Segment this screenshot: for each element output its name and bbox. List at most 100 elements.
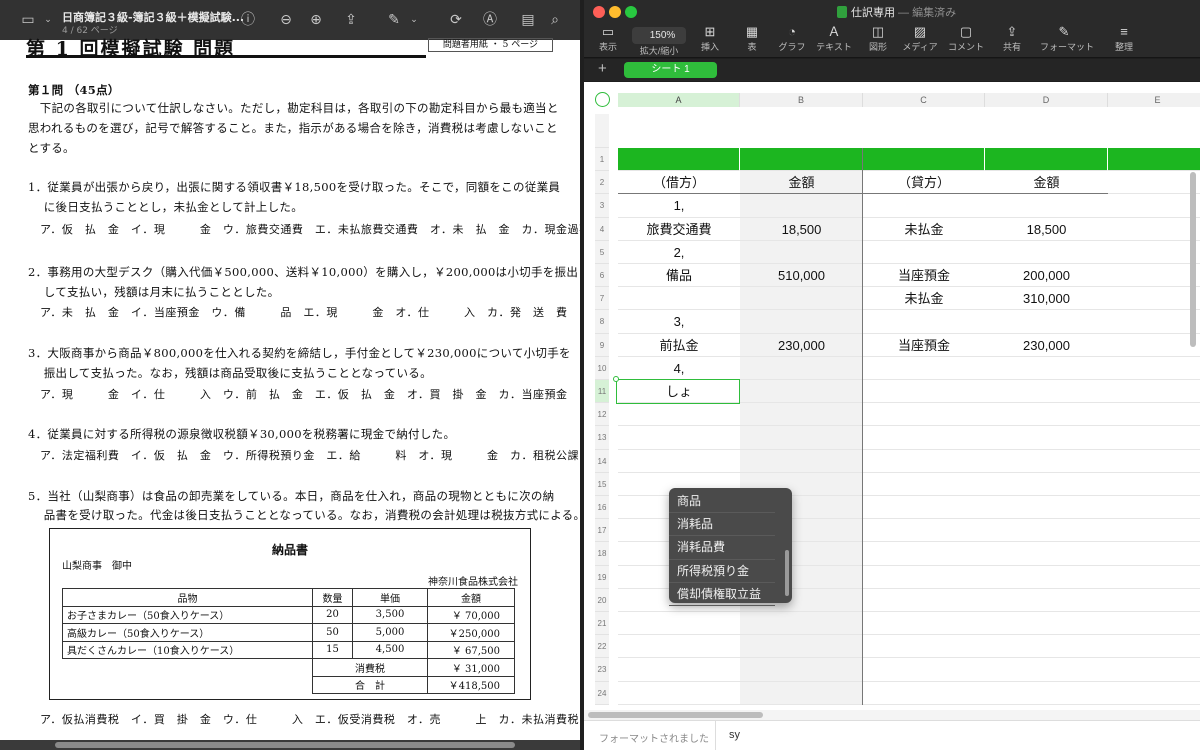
row-header-14[interactable]: 14 (595, 449, 609, 473)
cell-D20[interactable] (985, 589, 1108, 612)
cell-C17[interactable] (863, 519, 985, 543)
cell-B10[interactable] (740, 356, 863, 380)
cell-E8[interactable] (1108, 310, 1200, 334)
cell-C19[interactable] (863, 566, 985, 589)
cell-B4[interactable]: 18,500 (740, 217, 863, 241)
cell-C13[interactable] (863, 426, 985, 450)
cell-E18[interactable] (1108, 542, 1200, 566)
cell-C21[interactable] (863, 612, 985, 636)
cell-E15[interactable] (1108, 473, 1200, 496)
cell-B22[interactable] (740, 635, 863, 659)
autocomplete-item[interactable]: 商品 (669, 490, 775, 514)
cell-A8[interactable]: 3, (618, 310, 740, 334)
cell-C14[interactable] (863, 450, 985, 473)
cell-B13[interactable] (740, 426, 863, 450)
row-header-23[interactable]: 23 (595, 658, 609, 682)
toolbar-sidebar-button[interactable]: ▭ 表示 (584, 24, 632, 58)
cell-C24[interactable] (863, 682, 985, 705)
row-header-9[interactable]: 9 (595, 333, 609, 357)
cell-B3[interactable] (740, 194, 863, 218)
chevron-down-icon[interactable]: ⌄ (404, 10, 424, 30)
cell-C2[interactable]: （貸方） (863, 171, 985, 195)
row-header-24[interactable]: 24 (595, 681, 609, 705)
cell-E1[interactable] (1108, 148, 1200, 172)
chevron-down-icon[interactable]: ⌄ (38, 10, 58, 30)
cell-D24[interactable] (985, 682, 1108, 705)
cell-E13[interactable] (1108, 426, 1200, 450)
zoom-out-icon[interactable]: ⊖ (276, 10, 296, 30)
cell-D1[interactable] (985, 148, 1108, 172)
column-header-B[interactable]: B (740, 93, 863, 107)
row-header-21[interactable]: 21 (595, 612, 609, 636)
row-header-20[interactable]: 20 (595, 588, 609, 612)
row-header-22[interactable]: 22 (595, 635, 609, 659)
markup-pen-icon[interactable]: ✎ (384, 10, 404, 30)
row-header-3[interactable]: 3 (595, 194, 609, 218)
cell-A2[interactable]: （借方） (618, 171, 740, 195)
cell-E6[interactable] (1108, 264, 1200, 288)
cell-D8[interactable] (985, 310, 1108, 334)
sidebar-toggle-icon[interactable]: ▭ (18, 10, 38, 30)
cell-D14[interactable] (985, 450, 1108, 473)
cell-B9[interactable]: 230,000 (740, 333, 863, 357)
cell-D17[interactable] (985, 519, 1108, 543)
cell-A7[interactable] (618, 287, 740, 311)
cell-D5[interactable] (985, 241, 1108, 264)
cell-D19[interactable] (985, 566, 1108, 589)
cell-D15[interactable] (985, 473, 1108, 496)
sheet-tab[interactable]: シート 1 (624, 62, 717, 78)
cell-A24[interactable] (618, 682, 740, 705)
cell-E10[interactable] (1108, 357, 1200, 380)
rotate-icon[interactable]: ⟳ (446, 10, 466, 30)
row-header-18[interactable]: 18 (595, 542, 609, 566)
cell-D6[interactable]: 200,000 (985, 264, 1108, 288)
cell-A4[interactable]: 旅費交通費 (618, 218, 740, 241)
fullscreen-button[interactable] (625, 6, 637, 18)
cell-E2[interactable] (1108, 171, 1200, 195)
scroll-thumb[interactable] (588, 712, 763, 718)
cell-A12[interactable] (618, 403, 740, 427)
cell-E22[interactable] (1108, 635, 1200, 659)
share-icon[interactable]: ⇪ (341, 10, 361, 30)
cell-A1[interactable] (618, 148, 740, 172)
row-header-12[interactable]: 12 (595, 403, 609, 427)
cell-D23[interactable] (985, 658, 1108, 682)
cell-A5[interactable]: 2, (618, 241, 740, 264)
input-composition[interactable]: sy (729, 729, 740, 741)
cell-A9[interactable]: 前払金 (618, 334, 740, 357)
cell-D4[interactable]: 18,500 (985, 218, 1108, 241)
cell-C10[interactable] (863, 357, 985, 380)
cell-B21[interactable] (740, 612, 863, 636)
row-header-1[interactable]: 1 (595, 148, 609, 172)
form-fill-icon[interactable]: ▤ (518, 10, 538, 30)
cell-E7[interactable] (1108, 287, 1200, 311)
cell-A3[interactable]: 1, (618, 194, 740, 218)
cell-E19[interactable] (1108, 566, 1200, 589)
cell-A11[interactable]: しょ (618, 380, 740, 404)
cell-B24[interactable] (740, 681, 863, 705)
row-header-4[interactable]: 4 (595, 217, 609, 241)
cell-B2[interactable]: 金額 (740, 171, 863, 195)
cell-D11[interactable] (985, 380, 1108, 404)
info-icon[interactable]: ⓘ (238, 10, 258, 30)
markup-icon[interactable]: Ⓐ (480, 10, 500, 30)
cell-C20[interactable] (863, 589, 985, 612)
cell-C8[interactable] (863, 310, 985, 334)
close-button[interactable] (593, 6, 605, 18)
cell-E14[interactable] (1108, 450, 1200, 473)
cell-C16[interactable] (863, 496, 985, 520)
toolbar-share-button[interactable]: ⇪ 共有 (988, 24, 1036, 58)
zoom-select[interactable]: 150% (632, 27, 686, 44)
cell-A23[interactable] (618, 658, 740, 682)
cell-D22[interactable] (985, 635, 1108, 659)
toolbar-zoom-button[interactable]: 150% 拡大/縮小 (628, 24, 690, 58)
cell-D21[interactable] (985, 612, 1108, 636)
row-header-6[interactable]: 6 (595, 264, 609, 288)
column-header-D[interactable]: D (985, 93, 1108, 107)
cell-D13[interactable] (985, 426, 1108, 450)
toolbar-format-brush-button[interactable]: ✎ フォーマット (1040, 24, 1094, 58)
row-header-13[interactable]: 13 (595, 426, 609, 450)
column-header-C[interactable]: C (863, 93, 985, 107)
cell-A14[interactable] (618, 450, 740, 473)
cell-B23[interactable] (740, 658, 863, 682)
